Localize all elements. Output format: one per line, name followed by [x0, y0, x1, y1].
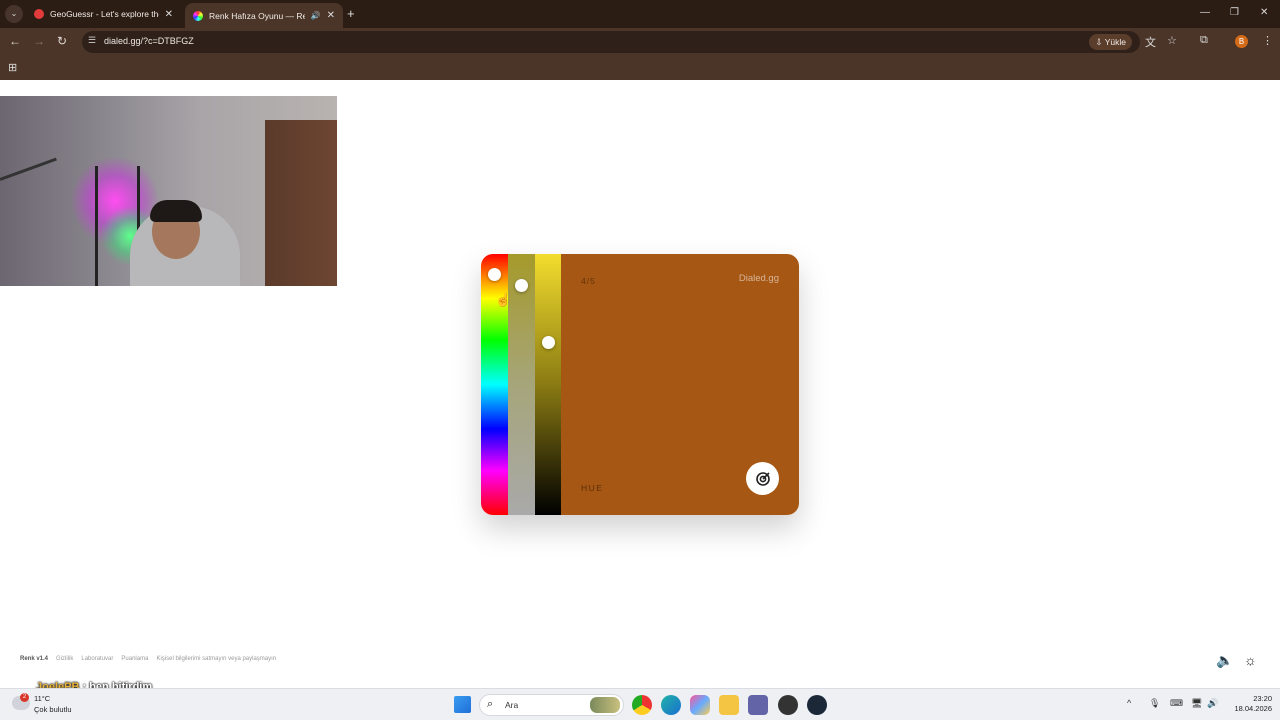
- clock-time: 23:20: [1253, 694, 1272, 703]
- close-tab-icon[interactable]: ✕: [327, 10, 335, 21]
- tray-chevron-icon[interactable]: ^: [1127, 698, 1131, 708]
- mode-label: HUE: [581, 483, 604, 493]
- webcam-overlay: [0, 96, 337, 286]
- address-bar[interactable]: ☰ dialed.gg/?c=DTBFGZ ⇩ Yükle: [82, 31, 1140, 53]
- system-clock[interactable]: 23:20 18.04.2026: [1226, 694, 1272, 714]
- bookmark-star-icon[interactable]: ☆: [1167, 34, 1177, 47]
- reload-icon[interactable]: ↻: [57, 34, 67, 48]
- volume-icon[interactable]: 🔊: [1207, 698, 1218, 709]
- search-highlight-image: [590, 697, 620, 713]
- close-window-icon[interactable]: ✕: [1260, 7, 1268, 18]
- weather-condition: Çok bulutlu: [34, 705, 72, 714]
- tab-renk-hafiza[interactable]: Renk Hafıza Oyunu — Renk 🔊 ✕: [185, 3, 343, 28]
- windows-taskbar: 2 11°C Çok bulutlu ⌕ Ara ^ 🎙 ⌨ 🖥 🔊 23:20…: [0, 688, 1280, 720]
- new-tab-button[interactable]: +: [347, 6, 355, 21]
- install-label: Yükle: [1104, 37, 1126, 47]
- close-tab-icon[interactable]: ✕: [165, 9, 173, 20]
- hue-slider-knob[interactable]: [488, 268, 501, 281]
- door: [265, 120, 337, 286]
- brand-label: Dialed.gg: [738, 273, 779, 284]
- clock-date: 18.04.2026: [1234, 704, 1272, 713]
- extensions-icon[interactable]: ⧉: [1200, 34, 1208, 47]
- lightness-slider[interactable]: [535, 254, 561, 515]
- browser-tab-strip: ⌄ GeoGuessr - Let's explore the w ✕ Renk…: [0, 0, 1280, 28]
- edge-icon[interactable]: [661, 695, 681, 715]
- hand-cursor-icon: ☝: [495, 292, 512, 307]
- minimize-icon[interactable]: —: [1200, 7, 1210, 18]
- sound-icon[interactable]: 🔈: [1216, 652, 1233, 669]
- weather-widget[interactable]: 2 11°C Çok bulutlu: [12, 693, 82, 719]
- saturation-slider[interactable]: [508, 254, 535, 515]
- menu-dots-icon[interactable]: ⋮: [1262, 34, 1273, 47]
- saturation-slider-knob[interactable]: [515, 279, 528, 292]
- lightness-slider-knob[interactable]: [542, 336, 555, 349]
- back-icon[interactable]: ←: [9, 34, 21, 48]
- round-counter: 4/5: [581, 276, 596, 286]
- tab-geoguessr[interactable]: GeoGuessr - Let's explore the w ✕: [26, 3, 181, 25]
- forward-icon[interactable]: →: [33, 34, 45, 48]
- theme-sun-icon[interactable]: ☼: [1244, 652, 1257, 668]
- color-game-card: 4/5 Dialed.gg HUE: [481, 254, 799, 515]
- speaker-icon[interactable]: 🔊: [311, 11, 321, 20]
- install-app-button[interactable]: ⇩ Yükle: [1089, 34, 1132, 50]
- bookmarks-bar: ⊞: [0, 56, 1280, 80]
- windows-start-icon[interactable]: [454, 696, 471, 713]
- page-footer: Renk v1.4 Gizlilik Laboratuvar Puanlama …: [20, 656, 276, 662]
- copilot-icon[interactable]: [690, 695, 710, 715]
- search-placeholder: Ara: [505, 700, 519, 710]
- color-preview: 4/5 Dialed.gg HUE: [561, 254, 799, 515]
- tab-search-button[interactable]: ⌄: [5, 5, 23, 23]
- translate-icon[interactable]: 文: [1145, 34, 1156, 50]
- teams-icon[interactable]: [748, 695, 768, 715]
- footer-link-do-not-sell[interactable]: Kişisel bilgilerimi satmayın veya paylaş…: [156, 656, 276, 662]
- browser-toolbar: ← → ↻ ☰ dialed.gg/?c=DTBFGZ ⇩ Yükle 文 ☆ …: [0, 28, 1280, 56]
- color-wheel-icon: [193, 10, 203, 21]
- map-pin-icon: [34, 9, 44, 19]
- footer-link-lab[interactable]: Laboratuvar: [81, 656, 113, 662]
- keyboard-icon[interactable]: ⌨: [1170, 698, 1183, 709]
- tab-title: GeoGuessr - Let's explore the w: [50, 9, 159, 19]
- tab-title: Renk Hafıza Oyunu — Renk: [209, 10, 305, 21]
- notification-badge: 2: [20, 693, 29, 702]
- footer-link-scoring[interactable]: Puanlama: [121, 656, 148, 662]
- network-icon[interactable]: 🖥: [1191, 698, 1202, 709]
- restore-icon[interactable]: ❐: [1230, 7, 1239, 18]
- chrome-icon[interactable]: [632, 695, 652, 715]
- weather-temp: 11°C: [34, 694, 51, 703]
- target-icon: [755, 471, 770, 486]
- taskbar-search[interactable]: ⌕ Ara: [479, 694, 624, 716]
- app-icon[interactable]: [778, 695, 798, 715]
- version-label: Renk v1.4: [20, 656, 49, 662]
- profile-avatar[interactable]: B: [1235, 35, 1248, 48]
- footer-link-privacy[interactable]: Gizlilik: [56, 656, 73, 662]
- site-info-icon[interactable]: ☰: [88, 35, 96, 46]
- url-text: dialed.gg/?c=DTBFGZ: [104, 36, 194, 46]
- headset: [150, 200, 202, 222]
- apps-grid-icon[interactable]: ⊞: [8, 61, 17, 74]
- steam-icon[interactable]: [807, 695, 827, 715]
- search-icon: ⌕: [487, 698, 494, 710]
- microphone-icon[interactable]: 🎙: [1149, 698, 1160, 709]
- file-explorer-icon[interactable]: [719, 695, 739, 715]
- submit-guess-button[interactable]: [746, 462, 779, 495]
